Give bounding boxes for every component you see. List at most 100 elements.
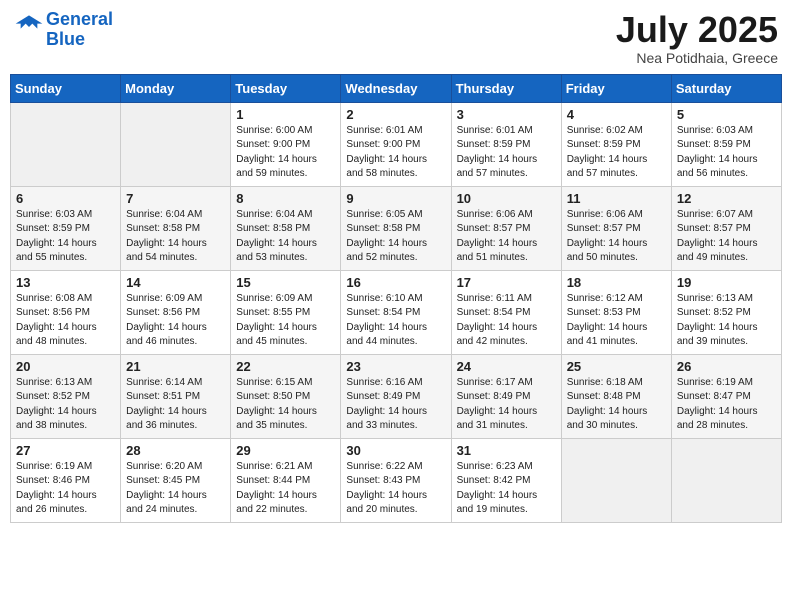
calendar-cell: 23Sunrise: 6:16 AM Sunset: 8:49 PM Dayli…: [341, 354, 451, 438]
calendar-cell: 25Sunrise: 6:18 AM Sunset: 8:48 PM Dayli…: [561, 354, 671, 438]
day-number: 8: [236, 191, 335, 206]
day-info: Sunrise: 6:02 AM Sunset: 8:59 PM Dayligh…: [567, 124, 666, 182]
calendar-week-2: 6Sunrise: 6:03 AM Sunset: 8:59 PM Daylig…: [11, 186, 782, 270]
day-info: Sunrise: 6:13 AM Sunset: 8:52 PM Dayligh…: [677, 292, 776, 350]
day-info: Sunrise: 6:09 AM Sunset: 8:56 PM Dayligh…: [126, 292, 225, 350]
day-info: Sunrise: 6:13 AM Sunset: 8:52 PM Dayligh…: [16, 376, 115, 434]
day-info: Sunrise: 6:01 AM Sunset: 9:00 PM Dayligh…: [346, 124, 445, 182]
calendar-cell: 28 Sunrise: 6:20 AM Sunset: 8:45 PM Dayli…: [121, 438, 231, 522]
day-info: Sunrise: 6:07 AM Sunset: 8:57 PM Dayligh…: [677, 208, 776, 266]
day-header-thursday: Thursday: [451, 74, 561, 102]
calendar-cell: 7 Sunrise: 6:04 AM Sunset: 8:58 PM Daylig…: [121, 186, 231, 270]
day-info: Sunrise: 6:20 AM Sunset: 8:45 PM Dayligh…: [126, 460, 225, 518]
calendar-cell: 29Sunrise: 6:21 AM Sunset: 8:44 PM Dayli…: [231, 438, 341, 522]
day-info: Sunrise: 6:14 AM Sunset: 8:51 PM Dayligh…: [126, 376, 225, 434]
calendar-cell: 26 Sunrise: 6:19 AM Sunset: 8:47 PM Dayli…: [671, 354, 781, 438]
day-number: 28: [126, 443, 225, 458]
day-info: Sunrise: 6:05 AM Sunset: 8:58 PM Dayligh…: [346, 208, 445, 266]
day-info: Sunrise: 6:19 AM Sunset: 8:46 PM Dayligh…: [16, 460, 115, 518]
day-number: 19: [677, 275, 776, 290]
day-number: 30: [346, 443, 445, 458]
calendar-table: SundayMondayTuesdayWednesdayThursdayFrid…: [10, 74, 782, 523]
day-number: 22: [236, 359, 335, 374]
day-info: Sunrise: 6:12 AM Sunset: 8:53 PM Dayligh…: [567, 292, 666, 350]
day-number: 25: [567, 359, 666, 374]
day-number: 3: [457, 107, 556, 122]
calendar-cell: 5 Sunrise: 6:03 AM Sunset: 8:59 PM Daylig…: [671, 102, 781, 186]
day-number: 5: [677, 107, 776, 122]
calendar-cell: [561, 438, 671, 522]
day-header-monday: Monday: [121, 74, 231, 102]
calendar-cell: 24 Sunrise: 6:17 AM Sunset: 8:49 PM Dayli…: [451, 354, 561, 438]
page-header: General Blue July 2025 Nea Potidhaia, Gr…: [10, 10, 782, 66]
calendar-week-1: 1Sunrise: 6:00 AM Sunset: 9:00 PM Daylig…: [11, 102, 782, 186]
day-number: 14: [126, 275, 225, 290]
day-info: Sunrise: 6:04 AM Sunset: 8:58 PM Dayligh…: [126, 208, 225, 266]
day-number: 12: [677, 191, 776, 206]
day-info: Sunrise: 6:09 AM Sunset: 8:55 PM Dayligh…: [236, 292, 335, 350]
calendar-week-5: 27 Sunrise: 6:19 AM Sunset: 8:46 PM Dayli…: [11, 438, 782, 522]
day-info: Sunrise: 6:23 AM Sunset: 8:42 PM Dayligh…: [457, 460, 556, 518]
calendar-week-3: 13Sunrise: 6:08 AM Sunset: 8:56 PM Dayli…: [11, 270, 782, 354]
day-header-friday: Friday: [561, 74, 671, 102]
day-info: Sunrise: 6:03 AM Sunset: 8:59 PM Dayligh…: [677, 124, 776, 182]
calendar-cell: 19 Sunrise: 6:13 AM Sunset: 8:52 PM Dayli…: [671, 270, 781, 354]
day-number: 27: [16, 443, 115, 458]
day-number: 15: [236, 275, 335, 290]
day-info: Sunrise: 6:08 AM Sunset: 8:56 PM Dayligh…: [16, 292, 115, 350]
day-header-wednesday: Wednesday: [341, 74, 451, 102]
calendar-cell: 27 Sunrise: 6:19 AM Sunset: 8:46 PM Dayli…: [11, 438, 121, 522]
day-info: Sunrise: 6:06 AM Sunset: 8:57 PM Dayligh…: [567, 208, 666, 266]
calendar-cell: 15 Sunrise: 6:09 AM Sunset: 8:55 PM Dayli…: [231, 270, 341, 354]
day-info: Sunrise: 6:19 AM Sunset: 8:47 PM Dayligh…: [677, 376, 776, 434]
calendar-cell: 14 Sunrise: 6:09 AM Sunset: 8:56 PM Dayli…: [121, 270, 231, 354]
day-header-tuesday: Tuesday: [231, 74, 341, 102]
logo-icon: [14, 12, 44, 42]
day-number: 10: [457, 191, 556, 206]
day-number: 21: [126, 359, 225, 374]
calendar-header-row: SundayMondayTuesdayWednesdayThursdayFrid…: [11, 74, 782, 102]
calendar-cell: 18 Sunrise: 6:12 AM Sunset: 8:53 PM Dayli…: [561, 270, 671, 354]
calendar-cell: 10 Sunrise: 6:06 AM Sunset: 8:57 PM Dayli…: [451, 186, 561, 270]
month-title: July 2025: [616, 10, 778, 50]
day-number: 7: [126, 191, 225, 206]
day-info: Sunrise: 6:10 AM Sunset: 8:54 PM Dayligh…: [346, 292, 445, 350]
day-number: 20: [16, 359, 115, 374]
title-block: July 2025 Nea Potidhaia, Greece: [616, 10, 778, 66]
calendar-cell: 31 Sunrise: 6:23 AM Sunset: 8:42 PM Dayli…: [451, 438, 561, 522]
calendar-cell: [121, 102, 231, 186]
day-number: 17: [457, 275, 556, 290]
day-number: 23: [346, 359, 445, 374]
day-number: 18: [567, 275, 666, 290]
calendar-cell: 6Sunrise: 6:03 AM Sunset: 8:59 PM Daylig…: [11, 186, 121, 270]
calendar-cell: 4 Sunrise: 6:02 AM Sunset: 8:59 PM Daylig…: [561, 102, 671, 186]
day-info: Sunrise: 6:15 AM Sunset: 8:50 PM Dayligh…: [236, 376, 335, 434]
calendar-cell: 3 Sunrise: 6:01 AM Sunset: 8:59 PM Daylig…: [451, 102, 561, 186]
day-info: Sunrise: 6:01 AM Sunset: 8:59 PM Dayligh…: [457, 124, 556, 182]
day-info: Sunrise: 6:00 AM Sunset: 9:00 PM Dayligh…: [236, 124, 335, 182]
day-number: 24: [457, 359, 556, 374]
calendar-cell: [671, 438, 781, 522]
day-info: Sunrise: 6:21 AM Sunset: 8:44 PM Dayligh…: [236, 460, 335, 518]
calendar-cell: 1Sunrise: 6:00 AM Sunset: 9:00 PM Daylig…: [231, 102, 341, 186]
calendar-cell: 9 Sunrise: 6:05 AM Sunset: 8:58 PM Daylig…: [341, 186, 451, 270]
calendar-cell: 20 Sunrise: 6:13 AM Sunset: 8:52 PM Dayli…: [11, 354, 121, 438]
calendar-cell: 8 Sunrise: 6:04 AM Sunset: 8:58 PM Daylig…: [231, 186, 341, 270]
day-number: 31: [457, 443, 556, 458]
day-info: Sunrise: 6:17 AM Sunset: 8:49 PM Dayligh…: [457, 376, 556, 434]
day-header-saturday: Saturday: [671, 74, 781, 102]
calendar-cell: 21 Sunrise: 6:14 AM Sunset: 8:51 PM Dayli…: [121, 354, 231, 438]
day-number: 4: [567, 107, 666, 122]
calendar-cell: 11Sunrise: 6:06 AM Sunset: 8:57 PM Dayli…: [561, 186, 671, 270]
logo: General Blue: [14, 10, 113, 50]
day-number: 2: [346, 107, 445, 122]
calendar-cell: 16Sunrise: 6:10 AM Sunset: 8:54 PM Dayli…: [341, 270, 451, 354]
day-number: 9: [346, 191, 445, 206]
day-number: 26: [677, 359, 776, 374]
calendar-cell: 2 Sunrise: 6:01 AM Sunset: 9:00 PM Daylig…: [341, 102, 451, 186]
day-info: Sunrise: 6:06 AM Sunset: 8:57 PM Dayligh…: [457, 208, 556, 266]
calendar-week-4: 20 Sunrise: 6:13 AM Sunset: 8:52 PM Dayli…: [11, 354, 782, 438]
day-info: Sunrise: 6:04 AM Sunset: 8:58 PM Dayligh…: [236, 208, 335, 266]
calendar-cell: 12 Sunrise: 6:07 AM Sunset: 8:57 PM Dayli…: [671, 186, 781, 270]
calendar-cell: [11, 102, 121, 186]
